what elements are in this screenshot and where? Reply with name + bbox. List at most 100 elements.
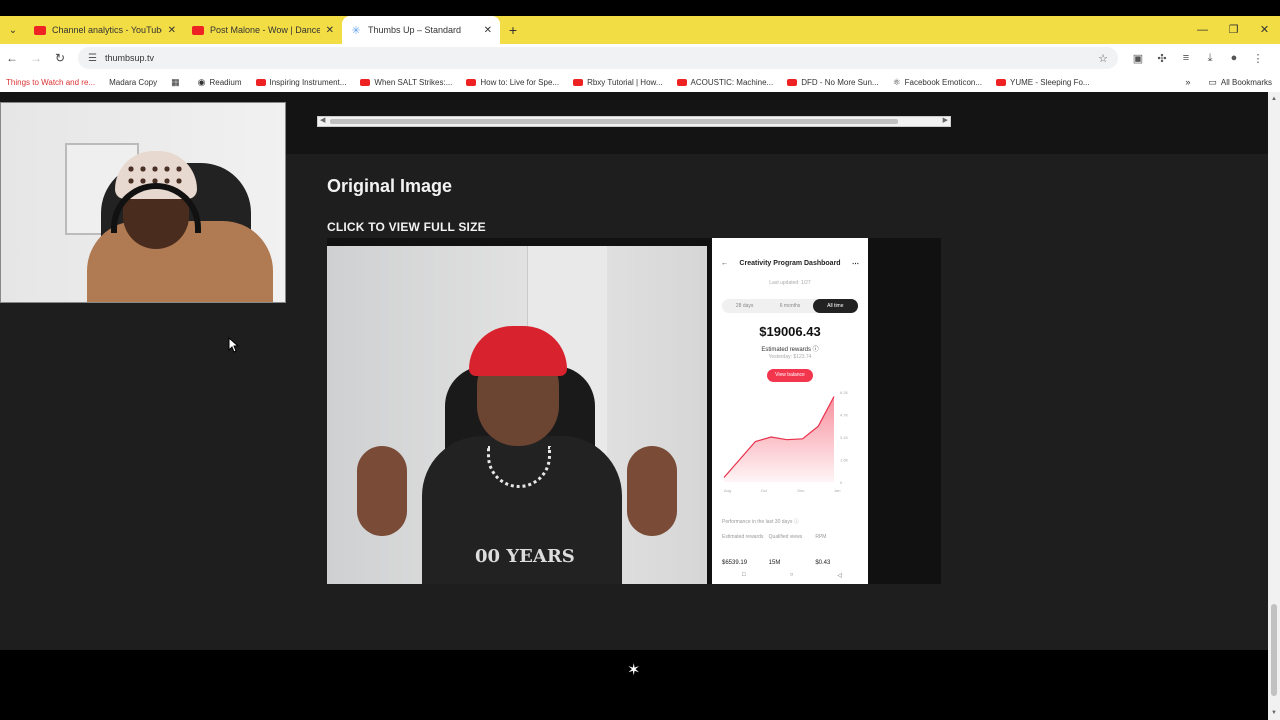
download-icon[interactable]: ⤓ xyxy=(1198,52,1222,65)
page-footer: ✶ xyxy=(0,650,1268,720)
address-bar[interactable]: ☰ thumbsup.tv ☆ xyxy=(78,47,1118,69)
y-tick-label: 4.7K xyxy=(840,413,849,418)
chevron-right-icon[interactable]: » xyxy=(1185,77,1190,87)
segment-6-months: 6 months xyxy=(779,303,801,309)
new-tab-button[interactable]: + xyxy=(500,16,526,44)
more-icon: ⋯ xyxy=(852,261,859,268)
all-bookmarks-link[interactable]: All Bookmarks xyxy=(1221,78,1272,87)
youtube-icon xyxy=(192,25,204,35)
bookmark-item[interactable]: How to: Live for Spe... xyxy=(466,78,559,87)
media-icon[interactable]: ≡ xyxy=(1174,52,1198,65)
y-tick-label: 3.1K xyxy=(840,435,849,440)
youtube-icon xyxy=(676,78,687,86)
minimize-icon[interactable]: — xyxy=(1187,16,1218,44)
bookmark-label: ACOUSTIC: Machine... xyxy=(690,77,774,87)
stat-labels: Estimated rewards Qualified views RPM xyxy=(722,534,862,540)
stat-label: Estimated rewards xyxy=(722,534,764,540)
view-balance-button: View balance xyxy=(767,369,813,382)
forward-icon[interactable]: → xyxy=(24,51,48,65)
y-tick-label: 1.6K xyxy=(840,458,849,463)
tab-title: Thumbs Up – Standard xyxy=(368,25,462,35)
phone-dashboard: ← Creativity Program Dashboard ⋯ Last up… xyxy=(712,238,868,584)
back-icon[interactable]: ← xyxy=(0,51,24,65)
back-arrow-icon: ← xyxy=(721,260,728,267)
bookmark-star-icon[interactable]: ☆ xyxy=(1098,52,1108,65)
phone-nav-bar: □ ○ ◁ xyxy=(742,572,842,579)
y-tick-label: 0 xyxy=(840,480,843,485)
bookmark-item[interactable]: ◉ Readium xyxy=(198,77,242,88)
original-thumbnail[interactable]: 00 YEARS ← Creativity Program Dashboard … xyxy=(327,238,941,584)
site-info-icon[interactable]: ☰ xyxy=(88,53,97,64)
dashboard-title: Creativity Program Dashboard xyxy=(739,260,841,267)
react-icon: ⚛ xyxy=(892,76,901,87)
performance-label: Performance in the last 30 days ⓘ xyxy=(722,519,799,525)
bookmark-item[interactable]: YUME - Sleeping Fo... xyxy=(996,78,1090,87)
scroll-up-icon[interactable]: ▲ xyxy=(1268,96,1280,102)
bookmarks-bar: Things to Watch and re... Madara Copy ▦ … xyxy=(0,72,1280,92)
bookmark-label: How to: Live for Spe... xyxy=(480,77,560,87)
bookmark-item[interactable]: Madara Copy xyxy=(109,78,157,87)
bookmarks-right: » ▭ All Bookmarks xyxy=(1185,72,1272,92)
bookmark-item[interactable]: Inspiring Instrument... xyxy=(255,78,346,87)
scroll-left-icon[interactable]: ◀ xyxy=(320,116,325,124)
x-tick-label: Jan xyxy=(834,488,840,493)
sparkle-icon: ✶ xyxy=(627,662,641,679)
profile-icon[interactable]: ● xyxy=(1222,52,1246,65)
x-tick-label: Aug xyxy=(724,488,731,493)
segment-28-days: 28 days xyxy=(735,303,754,309)
youtube-icon xyxy=(34,25,46,35)
bookmark-item[interactable]: Things to Watch and re... xyxy=(6,78,95,87)
view-full-size-link[interactable]: CLICK TO VIEW FULL SIZE xyxy=(327,220,486,234)
puzzle-icon[interactable]: ✣ xyxy=(1150,52,1174,65)
scrollbar-thumb[interactable] xyxy=(330,119,898,124)
bookmark-item[interactable]: Rbxy Tutorial | How... xyxy=(573,77,663,87)
restore-icon[interactable]: ❐ xyxy=(1218,16,1249,44)
yesterday-value: Yesterday: $123.74 xyxy=(768,354,812,360)
scroll-down-icon[interactable]: ▼ xyxy=(1268,710,1280,716)
bookmark-item[interactable]: ACOUSTIC: Machine... xyxy=(676,77,774,87)
chart-area xyxy=(724,396,834,482)
youtube-icon xyxy=(573,78,584,86)
page-title: Original Image xyxy=(327,176,453,196)
bookmark-label: When SALT Strikes:... xyxy=(374,77,453,87)
vertical-scrollbar[interactable]: ▲ ▼ xyxy=(1268,92,1280,720)
scroll-right-icon[interactable]: ▶ xyxy=(943,116,948,124)
bookmark-item[interactable]: ⚛ Facebook Emoticon... xyxy=(893,77,982,88)
sparkle-icon: ✳ xyxy=(351,24,361,37)
screen-top-bar xyxy=(0,0,1280,16)
stat-value: $6539.19 xyxy=(722,560,748,566)
browser-toolbar: ← → ↻ ☰ thumbsup.tv ☆ ▣ ✣ ≡ ⤓ ● ⋮ xyxy=(0,44,1280,72)
bookmark-label: DFD - No More Sun... xyxy=(801,77,879,87)
scrollbar-thumb[interactable] xyxy=(1271,604,1277,696)
reload-icon[interactable]: ↻ xyxy=(48,51,72,65)
bookmark-item[interactable]: DFD - No More Sun... xyxy=(787,77,879,87)
url-text: thumbsup.tv xyxy=(104,53,154,63)
apps-icon[interactable]: ▦ xyxy=(171,77,184,88)
square-icon: □ xyxy=(742,572,746,578)
segment-all-time: All time xyxy=(812,299,858,313)
tab-thumbs-up[interactable]: ✳ Thumbs Up – Standard ✕ xyxy=(342,16,500,44)
bookmark-item[interactable]: When SALT Strikes:... xyxy=(360,78,452,87)
tab-title: Channel analytics - YouTube St xyxy=(52,25,162,35)
close-icon[interactable]: ✕ xyxy=(168,25,176,36)
extension-icon[interactable]: ▣ xyxy=(1126,52,1150,65)
time-segment: 28 days 6 months All time xyxy=(722,299,858,313)
close-window-icon[interactable]: ✕ xyxy=(1249,16,1280,44)
youtube-icon xyxy=(996,78,1007,86)
left-hand xyxy=(357,446,407,536)
menu-icon[interactable]: ⋮ xyxy=(1246,52,1270,65)
bookmark-label: Readium xyxy=(209,77,242,87)
horizontal-scrollbar[interactable]: ◀ ▶ xyxy=(317,116,951,127)
tab-post-malone[interactable]: Post Malone - Wow | Dance Vic ✕ xyxy=(184,16,342,44)
tab-title: Post Malone - Wow | Dance Vic xyxy=(210,25,320,35)
close-icon[interactable]: ✕ xyxy=(484,25,492,36)
toolbar-icons: ▣ ✣ ≡ ⤓ ● ⋮ xyxy=(1126,52,1270,65)
youtube-icon xyxy=(255,78,266,86)
tab-search-icon[interactable]: ⌄ xyxy=(0,16,26,44)
circle-icon: ○ xyxy=(789,572,794,578)
x-tick-label: Oct xyxy=(761,488,768,493)
thumbnail-photo: 00 YEARS xyxy=(327,246,707,584)
bookmark-label: Rbxy Tutorial | How... xyxy=(587,77,663,87)
tab-channel-analytics[interactable]: Channel analytics - YouTube St ✕ xyxy=(26,16,184,44)
close-icon[interactable]: ✕ xyxy=(326,25,334,36)
